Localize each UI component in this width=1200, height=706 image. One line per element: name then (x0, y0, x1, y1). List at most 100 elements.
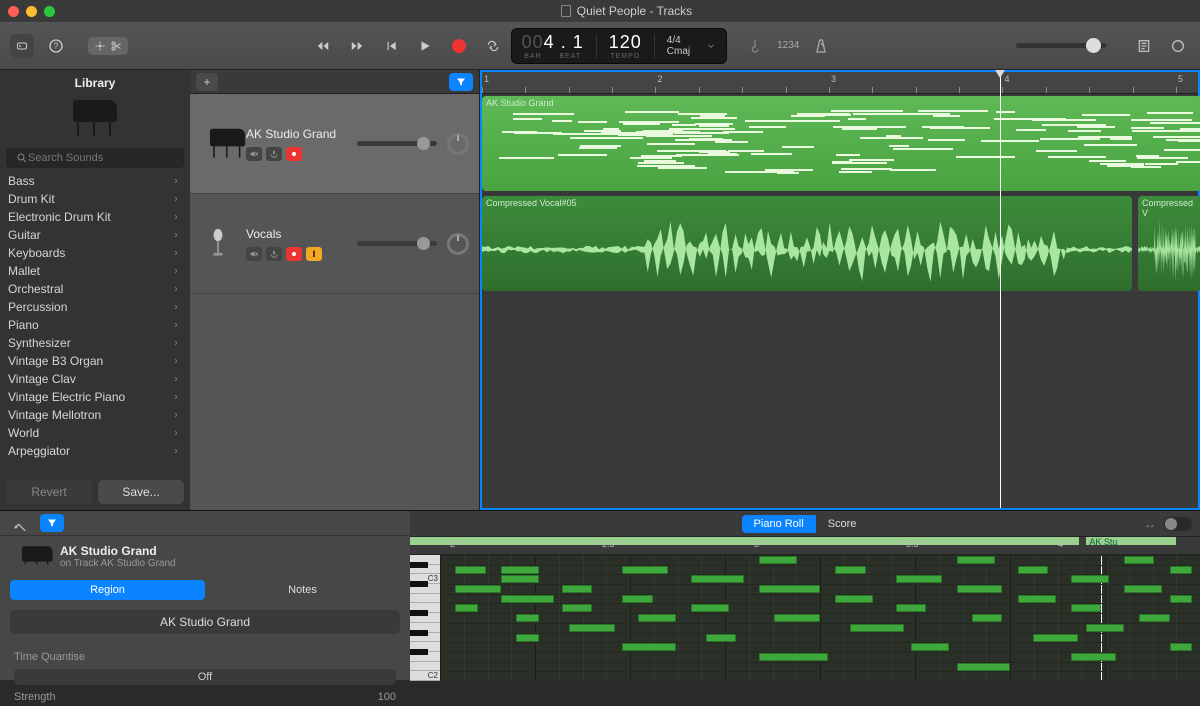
quantise-value[interactable]: Off (14, 669, 396, 685)
metronome-button[interactable] (809, 34, 833, 58)
help-button[interactable]: ? (44, 34, 68, 58)
track-header[interactable]: Vocals I (190, 194, 479, 294)
mode-tab[interactable]: Region (10, 580, 205, 600)
midi-note[interactable] (1124, 585, 1162, 593)
midi-note[interactable] (1071, 575, 1109, 583)
play-button[interactable] (413, 34, 437, 58)
editor-preset-select[interactable]: AK Studio Grand (10, 610, 400, 634)
master-volume-slider[interactable] (1016, 43, 1106, 48)
midi-note[interactable] (774, 614, 820, 622)
midi-note[interactable] (455, 604, 478, 612)
midi-note[interactable] (1071, 653, 1117, 661)
timeline-ruler[interactable]: 12345 (482, 72, 1198, 94)
library-item[interactable]: World (0, 424, 190, 442)
midi-note[interactable] (1018, 595, 1056, 603)
library-item[interactable]: Mallet (0, 262, 190, 280)
add-track-button[interactable]: + (196, 73, 218, 91)
midi-region[interactable]: AK Studio Grand (482, 96, 1200, 191)
piano-roll-grid[interactable] (440, 555, 1200, 680)
lcd-tempo[interactable]: 120 (609, 32, 642, 53)
revert-button[interactable]: Revert (6, 480, 92, 504)
cycle-button[interactable] (481, 34, 505, 58)
loops-button[interactable] (1166, 34, 1190, 58)
midi-note[interactable] (1170, 566, 1193, 574)
library-item[interactable]: Vintage Mellotron (0, 406, 190, 424)
lcd-key[interactable]: Cmaj (667, 46, 690, 57)
track-filter-button[interactable] (449, 73, 473, 91)
midi-note[interactable] (622, 566, 668, 574)
record-enable-button[interactable] (286, 247, 302, 261)
midi-note[interactable] (691, 604, 729, 612)
library-item[interactable]: Synthesizer (0, 334, 190, 352)
midi-note[interactable] (501, 575, 539, 583)
midi-note[interactable] (1124, 556, 1154, 564)
midi-note[interactable] (896, 604, 926, 612)
view-tab[interactable]: Piano Roll (742, 515, 816, 533)
input-monitor-button[interactable]: I (306, 247, 322, 261)
midi-note[interactable] (835, 595, 873, 603)
piano-keyboard[interactable]: C3C2 (410, 555, 440, 680)
horizontal-auto-zoom-icon[interactable]: ↔ (1144, 517, 1156, 531)
midi-note[interactable] (972, 614, 1002, 622)
midi-note[interactable] (1071, 604, 1101, 612)
library-item[interactable]: Guitar (0, 226, 190, 244)
midi-note[interactable] (835, 566, 865, 574)
midi-note[interactable] (501, 566, 539, 574)
track-header[interactable]: AK Studio Grand (190, 94, 479, 194)
mute-button[interactable] (246, 247, 262, 261)
midi-note[interactable] (1018, 566, 1048, 574)
library-item[interactable]: Drum Kit (0, 190, 190, 208)
arrangement-area[interactable]: 12345 AK Studio GrandCompressed Vocal#05… (480, 70, 1200, 510)
editor-catch-button[interactable] (40, 514, 64, 532)
library-item[interactable]: Electronic Drum Kit (0, 208, 190, 226)
close-window-button[interactable] (8, 6, 19, 17)
view-tab[interactable]: Score (816, 515, 869, 533)
tuner-button[interactable] (743, 34, 767, 58)
midi-note[interactable] (957, 585, 1003, 593)
audio-region[interactable]: Compressed Vocal#05 (482, 196, 1132, 291)
track-pan-knob[interactable] (447, 233, 469, 255)
record-button[interactable] (447, 34, 471, 58)
strength-value[interactable]: 100 (378, 691, 396, 703)
track-lane[interactable]: Compressed Vocal#05Compressed V (482, 194, 1198, 294)
go-to-start-button[interactable] (379, 34, 403, 58)
mode-tab[interactable]: Notes (205, 580, 400, 600)
midi-note[interactable] (455, 566, 485, 574)
editor-tool-button[interactable] (8, 511, 32, 535)
playhead[interactable] (1000, 72, 1001, 508)
library-item[interactable]: Bass (0, 172, 190, 190)
midi-note[interactable] (957, 663, 1010, 671)
solo-button[interactable] (266, 147, 282, 161)
track-pan-knob[interactable] (447, 133, 469, 155)
midi-note[interactable] (850, 624, 903, 632)
midi-note[interactable] (759, 585, 820, 593)
midi-note[interactable] (562, 585, 592, 593)
lcd-display[interactable]: 004 . 1 BAR BEAT 120 TEMPO 4/4 Cmaj (511, 28, 727, 64)
track-volume-slider[interactable] (357, 241, 437, 246)
mute-button[interactable] (246, 147, 262, 161)
library-item[interactable]: Vintage B3 Organ (0, 352, 190, 370)
search-input[interactable] (6, 148, 184, 168)
midi-note[interactable] (516, 634, 539, 642)
library-item[interactable]: Keyboards (0, 244, 190, 262)
library-item[interactable]: Percussion (0, 298, 190, 316)
tool-mode-selector[interactable] (88, 37, 128, 55)
forward-button[interactable] (345, 34, 369, 58)
midi-note[interactable] (706, 634, 736, 642)
midi-note[interactable] (759, 653, 827, 661)
editor-ruler[interactable]: AK Stu22.333.34 (410, 537, 1200, 555)
save-button[interactable]: Save... (98, 480, 184, 504)
track-volume-slider[interactable] (357, 141, 437, 146)
midi-note[interactable] (896, 575, 942, 583)
midi-note[interactable] (516, 614, 539, 622)
notepad-button[interactable] (1132, 34, 1156, 58)
rewind-button[interactable] (311, 34, 335, 58)
midi-note[interactable] (638, 614, 676, 622)
library-toggle-button[interactable] (10, 34, 34, 58)
lcd-time-sig[interactable]: 4/4 (667, 35, 690, 46)
midi-note[interactable] (501, 595, 554, 603)
midi-note[interactable] (1086, 624, 1124, 632)
midi-note[interactable] (957, 556, 995, 564)
midi-note[interactable] (691, 575, 744, 583)
zoom-window-button[interactable] (44, 6, 55, 17)
